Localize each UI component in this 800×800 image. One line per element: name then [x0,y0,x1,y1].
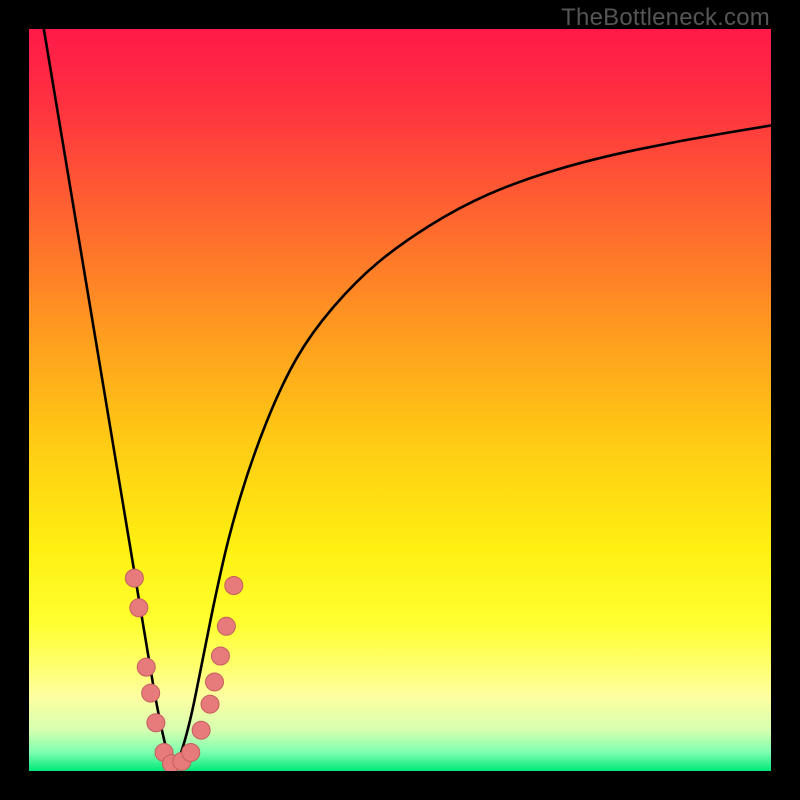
data-marker [206,673,224,691]
watermark-text: TheBottleneck.com [561,4,770,32]
data-marker [217,617,235,635]
data-marker [142,684,160,702]
data-marker [147,714,165,732]
bottleneck-curve [44,29,771,764]
data-marker [125,569,143,587]
plot-area [29,29,771,771]
curve-layer [29,29,771,771]
chart-frame: TheBottleneck.com [0,0,800,800]
data-marker [211,647,229,665]
data-marker [225,577,243,595]
data-marker [201,695,219,713]
data-marker [192,721,210,739]
data-marker [137,658,155,676]
data-marker [182,743,200,761]
data-marker [130,599,148,617]
